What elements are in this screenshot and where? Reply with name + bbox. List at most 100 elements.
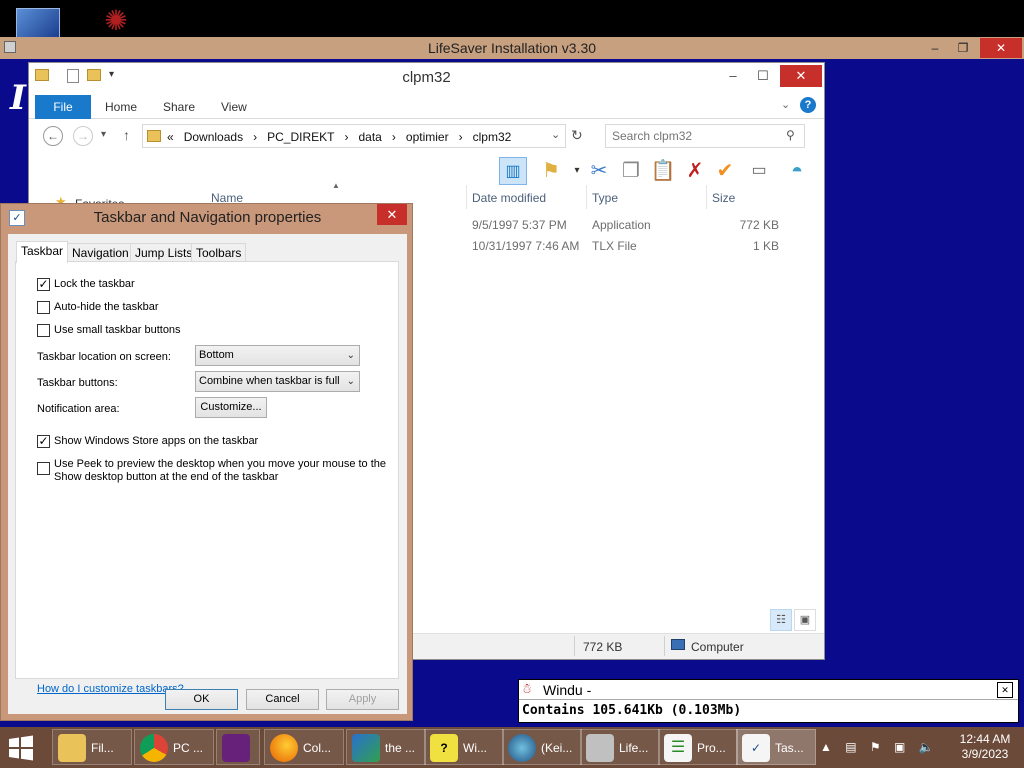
ribbon-tab-home[interactable]: Home (105, 100, 137, 114)
forward-arrow-icon[interactable]: → (73, 126, 93, 146)
copy-icon[interactable]: ❐ (617, 157, 645, 185)
taskbar-lifesaver[interactable]: Life... (580, 729, 660, 765)
tab-taskbar[interactable]: Taskbar (16, 241, 69, 263)
tray-icons[interactable]: ▲ ▤ ⚑ ▣ 🔈 (820, 740, 939, 754)
breadcrumb-separator[interactable]: › (392, 130, 396, 144)
address-dropdown-icon[interactable]: ⌄ (551, 128, 560, 141)
taskbar-visual-studio[interactable] (216, 729, 260, 765)
column-header-date-modified[interactable]: Date modified (472, 191, 546, 205)
status-location: Computer (691, 640, 744, 654)
explorer-maximize-button[interactable]: ☐ (748, 65, 778, 87)
windu-titlebar[interactable]: ☃ Windu - ✕ (519, 680, 1018, 700)
cut-icon[interactable]: ✂ (585, 157, 613, 185)
shell-icon[interactable]: ◓ (783, 157, 811, 185)
breadcrumb-clpm32[interactable]: clpm32 (473, 130, 512, 144)
ribbon-tab-view[interactable]: View (221, 100, 247, 114)
mandala-desktop-icon[interactable]: ✺ (96, 4, 136, 38)
windu-close-button[interactable]: ✕ (997, 682, 1013, 698)
ok-button[interactable]: OK (165, 689, 238, 710)
lock-taskbar-checkbox[interactable]: ✓ (37, 278, 50, 291)
tab-navigation[interactable]: Navigation (67, 243, 134, 262)
firefox-icon (270, 734, 298, 762)
lock-taskbar-option[interactable]: ✓ Lock the taskbar (37, 278, 135, 291)
large-icons-view-icon[interactable]: ▣ (794, 609, 816, 631)
search-icon[interactable]: ⚲ (786, 128, 795, 142)
customize-button[interactable]: Customize... (195, 397, 267, 418)
refresh-icon[interactable]: ↻ (571, 127, 583, 144)
explorer-close-button[interactable]: ✕ (780, 65, 822, 87)
tab-jump-lists[interactable]: Jump Lists (130, 243, 198, 262)
breadcrumb-separator[interactable]: › (344, 130, 348, 144)
breadcrumb-pc-direkt[interactable]: PC_DIREKT (267, 130, 334, 144)
taskbar-chrome[interactable]: PC ... (134, 729, 214, 765)
help-icon[interactable]: ? (800, 97, 816, 113)
apply-button[interactable]: Apply (326, 689, 399, 710)
breadcrumb-separator[interactable]: › (253, 130, 257, 144)
buttons-select[interactable]: Combine when taskbar is full ⌄ (195, 371, 360, 392)
location-value: Bottom (199, 349, 234, 361)
windu-content: Contains 105.641Kb (0.103Mb) (522, 703, 742, 718)
column-header-size[interactable]: Size (712, 191, 735, 205)
installer-maximize-button[interactable]: ❐ (948, 38, 978, 58)
paste-icon[interactable]: 📋 (649, 157, 677, 185)
ribbon-expand-icon[interactable]: ⌄ (781, 98, 790, 111)
help-link[interactable]: How do I customize taskbars? (37, 683, 184, 695)
rename-icon[interactable]: ▭ (745, 157, 773, 185)
taskbar-properties-dialog: ✓ Taskbar and Navigation properties ✕ Ta… (0, 203, 413, 721)
ribbon-tab-file[interactable]: File (35, 95, 91, 119)
computer-desktop-icon[interactable] (16, 8, 60, 38)
system-tray: ▲ ▤ ⚑ ▣ 🔈 (820, 727, 950, 768)
taskbar-firefox[interactable]: Col... (264, 729, 344, 765)
small-buttons-checkbox[interactable] (37, 324, 50, 337)
auto-hide-checkbox[interactable] (37, 301, 50, 314)
tab-toolbars[interactable]: Toolbars (191, 243, 247, 262)
small-buttons-option[interactable]: Use small taskbar buttons (37, 324, 181, 337)
breadcrumb-optimier[interactable]: optimier (406, 130, 449, 144)
auto-hide-option[interactable]: Auto-hide the taskbar (37, 301, 159, 314)
windu-window: ☃ Windu - ✕ Contains 105.641Kb (0.103Mb) (518, 679, 1019, 723)
dialog-close-button[interactable]: ✕ (377, 204, 407, 225)
location-select[interactable]: Bottom ⌄ (195, 345, 360, 366)
chrome-icon (140, 734, 168, 762)
column-header-type[interactable]: Type (592, 191, 618, 205)
folder-options-icon[interactable]: ⚑ (537, 157, 565, 185)
store-apps-option[interactable]: ✓ Show Windows Store apps on the taskbar (37, 435, 258, 448)
peek-checkbox[interactable] (37, 462, 50, 475)
installer-minimize-button[interactable]: – (920, 38, 950, 58)
auto-hide-label: Auto-hide the taskbar (54, 301, 159, 313)
store-apps-checkbox[interactable]: ✓ (37, 435, 50, 448)
ribbon-tab-share[interactable]: Share (163, 100, 195, 114)
explorer-minimize-button[interactable]: – (718, 65, 748, 87)
breadcrumb-data[interactable]: data (359, 130, 382, 144)
taskbar-file-explorer[interactable]: Fil... (52, 729, 132, 765)
breadcrumb-separator[interactable]: › (459, 130, 463, 144)
search-input[interactable] (612, 126, 782, 146)
taskbar-windu[interactable]: ? Wi... (424, 729, 504, 765)
background-letter: I (10, 78, 26, 118)
details-view-icon[interactable]: ☷ (770, 609, 792, 631)
explorer-title: clpm32 (402, 69, 451, 86)
taskbar-kei[interactable]: (Kei... (502, 729, 582, 765)
installer-close-button[interactable]: ✕ (980, 38, 1022, 58)
windows-start-icon[interactable] (6, 733, 40, 763)
preview-pane-icon[interactable]: ▥ (499, 157, 527, 185)
taskbar-programs[interactable]: ☰ Pro... (658, 729, 738, 765)
buttons-label: Taskbar buttons: (37, 377, 118, 389)
clock[interactable]: 12:44 AM 3/9/2023 (950, 732, 1020, 762)
search-box[interactable]: ⚲ (605, 124, 805, 148)
peek-option[interactable]: Use Peek to preview the desktop when you… (37, 458, 387, 484)
delete-icon[interactable]: ✗ (681, 157, 709, 185)
windu-app-icon: ☃ (523, 681, 532, 697)
recent-locations-icon[interactable]: ▾ (101, 129, 106, 140)
installer-title: LifeSaver Installation v3.30 (427, 40, 597, 56)
breadcrumb-downloads[interactable]: Downloads (184, 130, 243, 144)
checkmark-icon[interactable]: ✔ (711, 157, 739, 185)
address-bar[interactable]: « Downloads › PC_DIREKT › data › optimie… (142, 124, 566, 148)
breadcrumb-overflow[interactable]: « (167, 130, 174, 144)
back-arrow-icon[interactable]: ← (43, 126, 63, 146)
cancel-button[interactable]: Cancel (246, 689, 319, 710)
explorer-titlebar[interactable]: ▾ clpm32 – ☐ ✕ (29, 63, 824, 91)
up-arrow-icon[interactable]: ↑ (123, 127, 130, 143)
taskbar-taskbar-properties[interactable]: ✓ Tas... (736, 729, 816, 765)
taskbar-the[interactable]: the ... (346, 729, 426, 765)
